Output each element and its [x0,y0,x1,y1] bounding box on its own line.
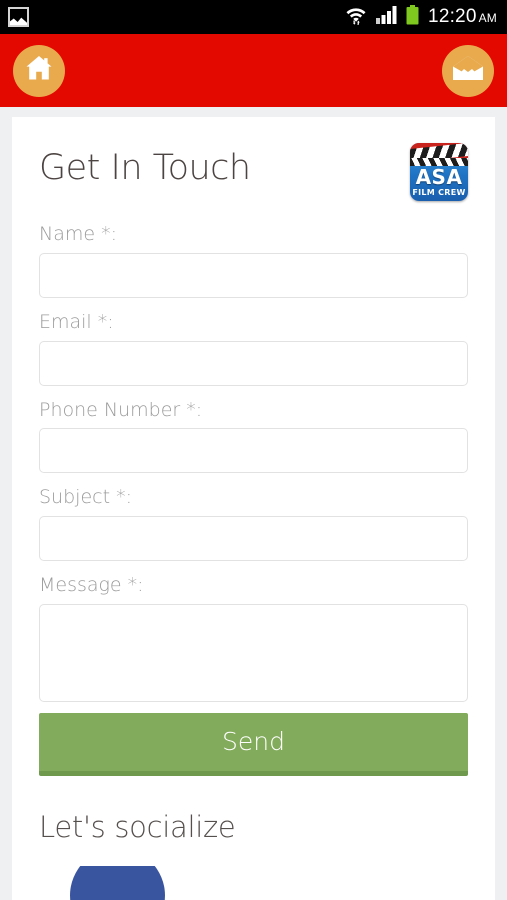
socialize-heading: Let's socialize [39,809,236,844]
home-icon [24,54,54,87]
gallery-icon [8,7,29,27]
clock-ampm: AM [478,11,497,25]
social-links-row [39,865,468,900]
envelope-icon [452,55,484,86]
field-phone: Phone Number *: [39,399,468,474]
status-bar-system-icons: 12:20 AM [345,4,497,30]
logo-sub-text: FILM CREW [412,188,466,197]
clock-time: 12:20 [428,6,477,27]
name-label: Name *: [39,223,117,245]
field-name: Name *: [39,223,468,298]
facebook-icon[interactable] [70,865,165,900]
field-subject: Subject *: [39,486,468,562]
battery-icon [406,4,419,30]
asa-film-crew-logo: ASA FILM CREW [410,143,468,201]
page-title: Get In Touch [39,148,251,188]
android-status-bar: 12:20 AM [0,0,507,34]
message-input[interactable] [39,603,468,702]
page-body: Get In Touch ASA FILM CREW Name *: Email… [0,107,507,900]
subject-label: Subject *: [39,486,132,509]
field-message: Message *: [39,574,468,702]
logo-main-text: ASA [415,165,463,189]
logo-clapperboard [410,143,468,166]
home-button[interactable] [13,44,65,97]
field-email: Email *: [39,311,468,386]
send-button[interactable]: Send [39,712,468,776]
status-bar-notifications [8,7,29,27]
app-header-bar [0,34,507,107]
name-input[interactable] [39,252,468,298]
phone-label: Phone Number *: [39,398,203,421]
subject-input[interactable] [39,516,468,562]
phone-input[interactable] [39,428,468,474]
status-bar-clock: 12:20 AM [428,6,497,28]
email-label: Email *: [39,310,114,333]
message-label: Message *: [39,574,144,597]
contact-card: Get In Touch ASA FILM CREW Name *: Email… [12,117,495,900]
mail-button[interactable] [442,44,494,97]
cellular-signal-icon [376,5,397,29]
card-header: Get In Touch ASA FILM CREW [39,143,468,201]
email-input[interactable] [39,340,468,386]
wifi-icon [345,5,367,30]
